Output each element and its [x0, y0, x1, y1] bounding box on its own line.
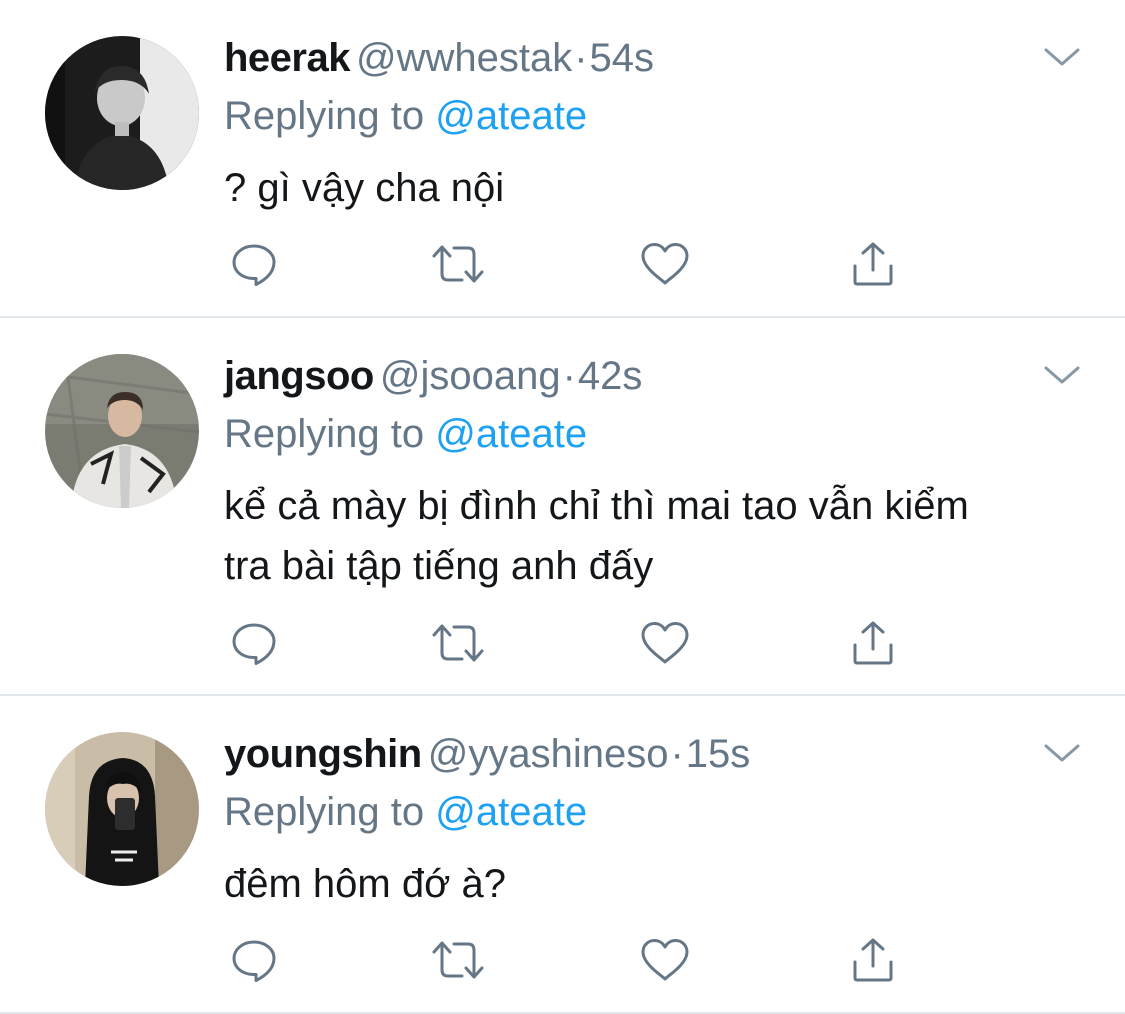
- tweet-header: jangsoo @jsooang·42s: [224, 352, 642, 400]
- share-icon: [853, 242, 893, 286]
- tweet[interactable]: youngshin @yyashineso·15s Replying to @at…: [0, 696, 1125, 1014]
- like-button[interactable]: [637, 932, 693, 988]
- replying-to: Replying to @ateate: [224, 410, 587, 458]
- avatar-image: [45, 36, 199, 190]
- separator-dot: ·: [670, 732, 684, 776]
- replying-to: Replying to @ateate: [224, 92, 587, 140]
- separator-dot: ·: [562, 354, 576, 398]
- reply-icon: [232, 244, 276, 286]
- chevron-down-icon[interactable]: [1040, 738, 1084, 768]
- display-name[interactable]: heerak: [224, 36, 350, 80]
- timestamp[interactable]: 42s: [578, 354, 643, 398]
- tweet-text-line: ? gì vậy cha nội: [224, 166, 505, 210]
- tweet[interactable]: heerak @wwhestak·54s Replying to @ateate …: [0, 0, 1125, 318]
- share-button[interactable]: [845, 236, 901, 292]
- replying-to-label: Replying to: [224, 790, 425, 834]
- separator-dot: ·: [574, 36, 588, 80]
- avatar[interactable]: [45, 354, 199, 508]
- share-icon: [853, 621, 893, 665]
- timestamp[interactable]: 15s: [686, 732, 751, 776]
- user-handle[interactable]: @yyashineso: [428, 732, 669, 776]
- replying-to-label: Replying to: [224, 94, 425, 138]
- display-name[interactable]: youngshin: [224, 732, 422, 776]
- tweet-text: kể cả mày bị đình chỉ thì mai tao vẫn ki…: [224, 476, 1104, 596]
- reply-icon: [232, 623, 276, 665]
- reply-button[interactable]: [226, 932, 282, 988]
- avatar-image: [45, 732, 199, 886]
- like-icon: [641, 243, 689, 285]
- like-button[interactable]: [637, 236, 693, 292]
- display-name[interactable]: jangsoo: [224, 354, 374, 398]
- replying-to-label: Replying to: [224, 412, 425, 456]
- avatar-image: [45, 354, 199, 508]
- tweet-header: youngshin @yyashineso·15s: [224, 730, 750, 778]
- tweet-text: ? gì vậy cha nội: [224, 158, 1104, 218]
- like-icon: [641, 622, 689, 664]
- mention-link[interactable]: @ateate: [435, 790, 587, 834]
- like-icon: [641, 939, 689, 981]
- mention-link[interactable]: @ateate: [435, 94, 587, 138]
- retweet-icon: [432, 624, 484, 662]
- reply-icon: [232, 940, 276, 982]
- reply-button[interactable]: [226, 615, 282, 671]
- retweet-button[interactable]: [430, 932, 486, 988]
- user-handle[interactable]: @wwhestak: [356, 36, 572, 80]
- retweet-button[interactable]: [430, 615, 486, 671]
- tweet[interactable]: jangsoo @jsooang·42s Replying to @ateate …: [0, 318, 1125, 696]
- chevron-down-icon[interactable]: [1040, 42, 1084, 72]
- replying-to: Replying to @ateate: [224, 788, 587, 836]
- share-button[interactable]: [845, 932, 901, 988]
- tweet-text: đêm hôm đớ à?: [224, 854, 1104, 914]
- mention-link[interactable]: @ateate: [435, 412, 587, 456]
- avatar[interactable]: [45, 732, 199, 886]
- share-button[interactable]: [845, 615, 901, 671]
- chevron-down-icon[interactable]: [1040, 360, 1084, 390]
- like-button[interactable]: [637, 615, 693, 671]
- tweet-text-line: tra bài tập tiếng anh đấy: [224, 544, 654, 588]
- tweet-text-line: đêm hôm đớ à?: [224, 862, 506, 906]
- retweet-button[interactable]: [430, 236, 486, 292]
- tweet-header: heerak @wwhestak·54s: [224, 34, 654, 82]
- user-handle[interactable]: @jsooang: [380, 354, 561, 398]
- avatar[interactable]: [45, 36, 199, 190]
- tweet-text-line: kể cả mày bị đình chỉ thì mai tao vẫn ki…: [224, 484, 969, 528]
- retweet-icon: [432, 941, 484, 979]
- retweet-icon: [432, 245, 484, 283]
- share-icon: [853, 938, 893, 982]
- timestamp[interactable]: 54s: [590, 36, 655, 80]
- reply-button[interactable]: [226, 236, 282, 292]
